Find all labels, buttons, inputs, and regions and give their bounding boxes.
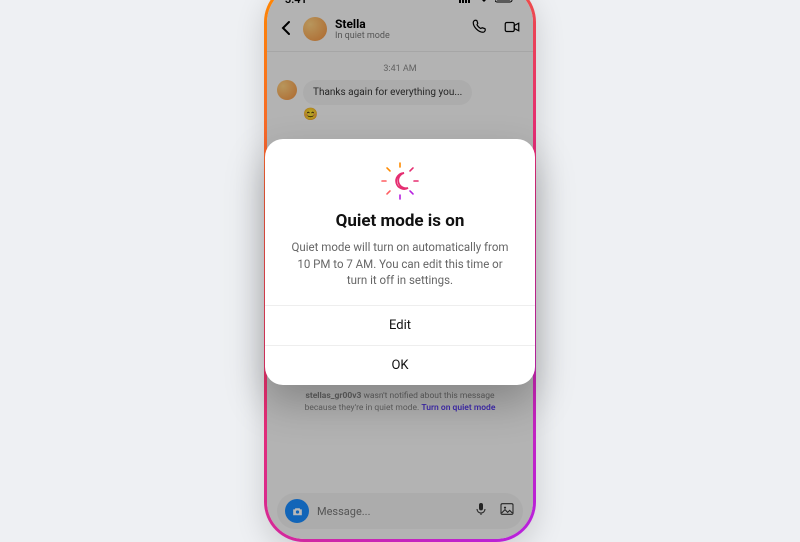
modal-title: Quiet mode is on	[287, 211, 513, 231]
ok-button[interactable]: OK	[265, 345, 535, 385]
modal-body-text: Quiet mode will turn on automatically fr…	[287, 239, 513, 289]
quiet-mode-modal: Quiet mode is on Quiet mode will turn on…	[265, 139, 535, 385]
edit-button[interactable]: Edit	[265, 305, 535, 345]
phone-frame: 3:41 Stella In quiet mode	[264, 0, 536, 542]
moon-icon	[380, 161, 420, 201]
